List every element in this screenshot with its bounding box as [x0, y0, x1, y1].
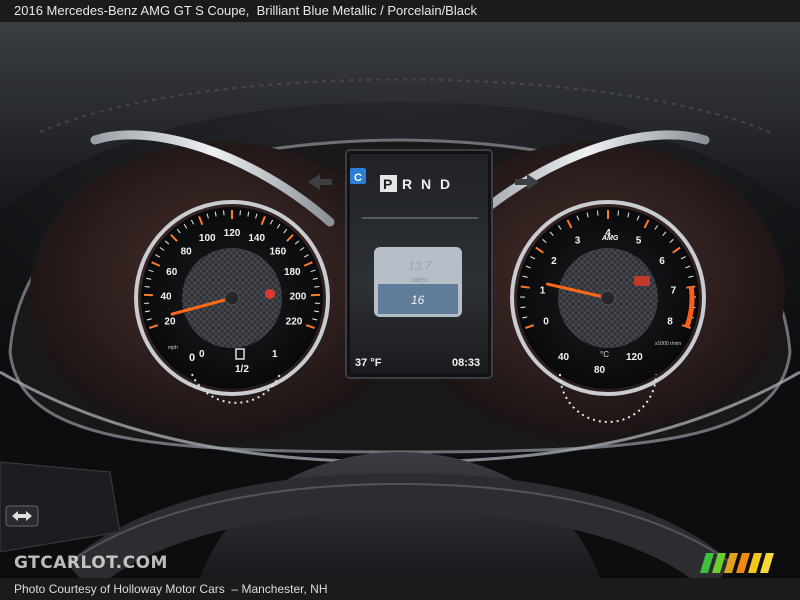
tachometer-unit: x1000 r/min	[655, 341, 681, 347]
outside-temperature: 37 °F	[355, 357, 382, 369]
speedometer-unit: mph	[168, 345, 178, 351]
engine-warning-icon	[634, 276, 650, 286]
gear-n: N	[421, 176, 431, 192]
temp-label-40: 40	[558, 352, 570, 363]
credit-text: Photo Courtesy of Holloway Motor Cars	[14, 582, 225, 596]
speedometer-label: 220	[286, 317, 303, 328]
caption-title: 2016 Mercedes-Benz AMG GT S Coupe,	[14, 3, 250, 18]
speedometer-label: 120	[224, 228, 241, 239]
caption-color: Brilliant Blue Metallic	[256, 3, 377, 18]
cruise-indicator-letter: C	[354, 172, 362, 184]
instrument-cluster-photo: 20406080100 120 140160180200220 0 mph 0 1/…	[0, 22, 800, 578]
temp-label-80: 80	[594, 365, 606, 376]
fuel-label-full: 1	[272, 349, 278, 360]
speedometer-label: 180	[284, 267, 301, 278]
speedometer-tick	[144, 286, 150, 288]
tachometer-tick	[596, 210, 599, 216]
tachometer-label: 5	[636, 235, 642, 246]
trip-unit: miles	[411, 277, 428, 284]
fuel-label-half: 1/2	[235, 364, 249, 375]
speedometer-label: 40	[160, 292, 172, 303]
gear-d: D	[440, 176, 450, 192]
tachometer-label: 8	[667, 317, 673, 328]
speedometer-label: 160	[270, 247, 287, 258]
tachometer-tick	[617, 210, 620, 216]
caption-separator: /	[380, 3, 384, 18]
tachometer-tick	[520, 306, 526, 309]
speedometer-label: 140	[248, 233, 265, 244]
credit-dash: –	[231, 582, 239, 596]
speedometer-label: 80	[181, 247, 193, 258]
temp-label-120: 120	[626, 352, 643, 363]
tachometer-label: 6	[659, 256, 665, 267]
tachometer-label: 3	[575, 235, 581, 246]
speedometer-label: 100	[199, 233, 216, 244]
speedometer-zero-label: 0	[189, 352, 195, 364]
temp-unit: °C	[600, 350, 609, 359]
watermark: GTCARLOT.COM	[14, 553, 168, 573]
trip-secondary-value: 16	[411, 293, 425, 307]
speedometer-label: 20	[164, 317, 176, 328]
speedometer-tick	[314, 286, 320, 288]
tachometer-label: 2	[551, 256, 557, 267]
photo-frame: 2016 Mercedes-Benz AMG GT S Coupe, Brill…	[0, 0, 800, 600]
caption-interior: Porcelain/Black	[387, 3, 477, 18]
caption-bar: 2016 Mercedes-Benz AMG GT S Coupe, Brill…	[0, 0, 800, 22]
credit-bar: Photo Courtesy of Holloway Motor Cars – …	[0, 578, 800, 600]
tachometer-tick	[520, 285, 530, 289]
gear-r: R	[402, 176, 412, 192]
speedometer-label: 60	[166, 267, 178, 278]
gear-p: P	[383, 176, 392, 192]
speedometer-label: 200	[290, 292, 307, 303]
tachometer-hub	[600, 290, 616, 306]
speedometer-hub	[224, 290, 240, 306]
warning-indicator-icon	[265, 289, 275, 299]
trip-value: 13.7	[408, 259, 433, 273]
clock: 08:33	[452, 357, 480, 369]
tachometer-label: 1	[540, 285, 546, 296]
fuel-label-empty: 0	[199, 349, 205, 360]
amg-logo: AMG	[601, 235, 619, 242]
gtcarlot-stripes-logo	[700, 553, 774, 573]
credit-location: Manchester, NH	[241, 582, 328, 596]
tachometer-label: 7	[671, 285, 677, 296]
tachometer-label: 0	[543, 317, 549, 328]
center-display: C P R N D 13.7 miles 16 37 °F 08:33	[345, 149, 493, 379]
